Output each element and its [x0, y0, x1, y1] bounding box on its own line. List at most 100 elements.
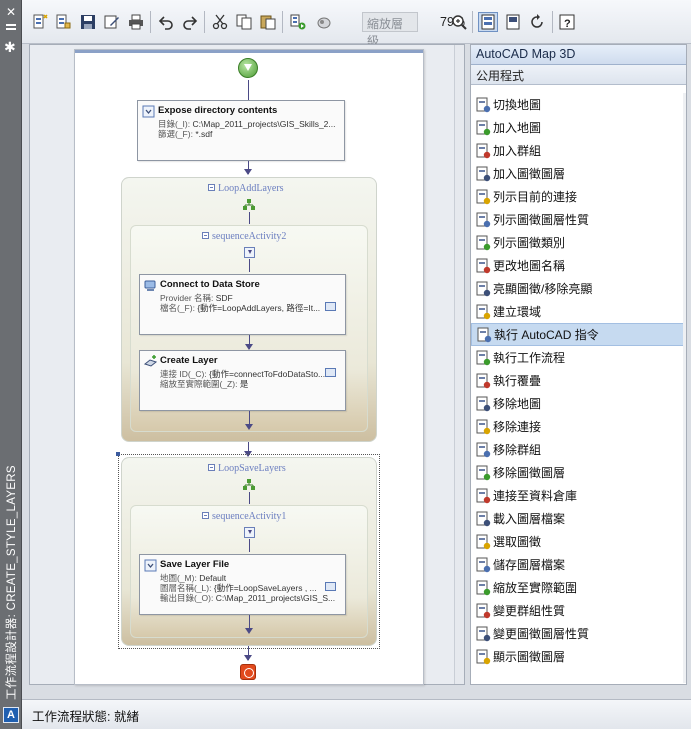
- palette-item[interactable]: 變更圖徵圖層性質: [471, 622, 685, 645]
- palette-item[interactable]: 移除地圖: [471, 392, 685, 415]
- binding-icon[interactable]: [325, 302, 336, 311]
- activity-expose-directory[interactable]: Expose directory contents 目錄(_I): C:\Map…: [137, 100, 345, 161]
- remove-connection-icon: [476, 419, 491, 434]
- workflow-status: 工作流程狀態: 就緒: [32, 710, 139, 724]
- palette-category[interactable]: 公用程式: [471, 65, 686, 85]
- undo-icon[interactable]: [156, 12, 176, 32]
- palette-item[interactable]: 執行工作流程: [471, 346, 685, 369]
- remove-feature-layer-icon: [476, 465, 491, 480]
- palette-scrollbar[interactable]: [683, 93, 686, 683]
- palette-item[interactable]: 更改地圖名稱: [471, 254, 685, 277]
- palette-title-strip: ✕ ✱ 工作流程設計器: CREATE_STYLE_LAYERS A: [0, 0, 22, 729]
- palette-item[interactable]: 加入圖徵圖層: [471, 162, 685, 185]
- refresh-icon[interactable]: [527, 12, 547, 32]
- add-group-icon: [476, 143, 491, 158]
- palette-item-label: 加入地圖: [493, 121, 542, 135]
- palette-item-label: 亮顯圖徵/移除亮顯: [493, 282, 593, 296]
- loop-add-layers-container[interactable]: LoopAddLayers sequenceActivity2 Connect …: [121, 177, 377, 442]
- list-layer-properties-icon: [476, 212, 491, 227]
- palette-item[interactable]: 選取圖徵: [471, 530, 685, 553]
- palette-item-label: 移除圖徵圖層: [493, 466, 566, 480]
- palette-item[interactable]: 列示目前的連接: [471, 185, 685, 208]
- palette-item-label: 載入圖層檔案: [493, 512, 566, 526]
- activity-save-layer-file[interactable]: Save Layer File 地圖(_M): Default 圖層名稱(_L)…: [139, 554, 346, 615]
- save-layer-file-icon: [476, 557, 491, 572]
- status-bar: 工作流程狀態: 就緒: [22, 699, 691, 729]
- palette-item[interactable]: 加入群組: [471, 139, 685, 162]
- designer-view-icon[interactable]: [478, 12, 498, 32]
- collapse-icon[interactable]: [208, 464, 215, 471]
- copy-icon[interactable]: [234, 12, 254, 32]
- end-node-icon[interactable]: [240, 664, 256, 680]
- save-icon[interactable]: [78, 12, 98, 32]
- canvas-scrollbar[interactable]: [454, 45, 464, 684]
- sequence-activity-2-label[interactable]: sequenceActivity2: [202, 231, 286, 242]
- palette-item[interactable]: 顯示圖徵圖層: [471, 645, 685, 668]
- palette-item-label: 選取圖徵: [493, 535, 542, 549]
- zoom-icon[interactable]: [449, 12, 469, 32]
- activity-title: Expose directory contents: [158, 105, 278, 116]
- palette-item[interactable]: 加入地圖: [471, 116, 685, 139]
- create-layer-icon: [144, 355, 157, 367]
- collapse-icon[interactable]: [202, 512, 209, 519]
- sequence-activity-1-label[interactable]: sequenceActivity1: [202, 511, 286, 522]
- start-node-icon[interactable]: [238, 58, 258, 78]
- properties-icon[interactable]: ✱: [4, 40, 16, 54]
- collapse-icon[interactable]: [208, 184, 215, 191]
- loop-save-layers-container[interactable]: LoopSaveLayers sequenceActivity1 Save La…: [121, 457, 377, 646]
- palette-item[interactable]: 縮放至實際範圍: [471, 576, 685, 599]
- workflow-designer-canvas[interactable]: Expose directory contents 目錄(_I): C:\Map…: [29, 44, 465, 685]
- edit-icon[interactable]: [102, 12, 122, 32]
- property-value: 是: [239, 379, 249, 389]
- palette-item-label: 移除地圖: [493, 397, 542, 411]
- loop-icon: [243, 199, 255, 210]
- activity-create-layer[interactable]: Create Layer 連接 ID(_C): {動作=connectToFdo…: [139, 350, 346, 411]
- palette-item-label: 更改地圖名稱: [493, 259, 566, 273]
- binding-icon[interactable]: [325, 368, 336, 377]
- palette-item[interactable]: 移除群組: [471, 438, 685, 461]
- palette-item[interactable]: 執行 AutoCAD 指令: [471, 323, 685, 346]
- palette-item[interactable]: 切換地圖: [471, 93, 685, 116]
- help-icon[interactable]: ?: [557, 12, 577, 32]
- palette-item[interactable]: 建立環域: [471, 300, 685, 323]
- palette-item[interactable]: 移除連接: [471, 415, 685, 438]
- workflow-page: Expose directory contents 目錄(_I): C:\Map…: [74, 49, 424, 685]
- palette-item[interactable]: 移除圖徵圖層: [471, 461, 685, 484]
- run-workflow-icon[interactable]: [288, 12, 308, 32]
- auto-hide-icon[interactable]: [6, 22, 16, 32]
- palette-item[interactable]: 亮顯圖徵/移除亮顯: [471, 277, 685, 300]
- sequence-activity-1-container[interactable]: sequenceActivity1 Save Layer File 地圖(_M)…: [130, 505, 368, 638]
- palette-item[interactable]: 儲存圖層檔案: [471, 553, 685, 576]
- palette-item-list: 切換地圖加入地圖加入群組 加入圖徵圖層 列示目前的連接 列示圖徵圖層性質 列示圖徵類別更…: [471, 93, 685, 668]
- palette-item-label: 建立環域: [493, 305, 542, 319]
- open-workflow-icon[interactable]: [53, 12, 73, 32]
- code-view-icon[interactable]: [503, 12, 523, 32]
- cut-icon[interactable]: [210, 12, 230, 32]
- new-workflow-icon[interactable]: [30, 12, 50, 32]
- property-value: {動作=LoopAddLayers, 路徑=It...: [197, 303, 321, 313]
- zoom-level-field[interactable]: 縮放層級: [362, 12, 418, 48]
- palette-item[interactable]: 變更群組性質: [471, 599, 685, 622]
- binding-icon[interactable]: [325, 582, 336, 591]
- svg-text:?: ?: [564, 18, 571, 30]
- property-label: 輸出目錄(_O):: [160, 593, 214, 603]
- redo-icon[interactable]: [180, 12, 200, 32]
- sequence-activity-2-container[interactable]: sequenceActivity2 Connect to Data Store …: [130, 225, 368, 432]
- palette-header[interactable]: AutoCAD Map 3D: [471, 45, 686, 65]
- collapse-icon[interactable]: [202, 232, 209, 239]
- autocad-logo-icon[interactable]: A: [3, 707, 19, 723]
- palette-item[interactable]: 載入圖層檔案: [471, 507, 685, 530]
- zoom-level-icon[interactable]: [314, 12, 334, 32]
- activity-connect-data-store[interactable]: Connect to Data Store Provider 名稱: SDF 檔…: [139, 274, 346, 335]
- print-icon[interactable]: [126, 12, 146, 32]
- loop-add-layers-label[interactable]: LoopAddLayers: [208, 183, 284, 194]
- palette-item-label: 儲存圖層檔案: [493, 558, 566, 572]
- loop-save-layers-label[interactable]: LoopSaveLayers: [208, 463, 286, 474]
- property-label: 篩選(_F):: [158, 129, 193, 139]
- palette-item[interactable]: 列示圖徵圖層性質: [471, 208, 685, 231]
- palette-item[interactable]: 執行覆疊: [471, 369, 685, 392]
- paste-icon[interactable]: [258, 12, 278, 32]
- close-icon[interactable]: ✕: [5, 6, 17, 18]
- palette-item[interactable]: 連接至資料倉庫: [471, 484, 685, 507]
- palette-item[interactable]: 列示圖徵類別: [471, 231, 685, 254]
